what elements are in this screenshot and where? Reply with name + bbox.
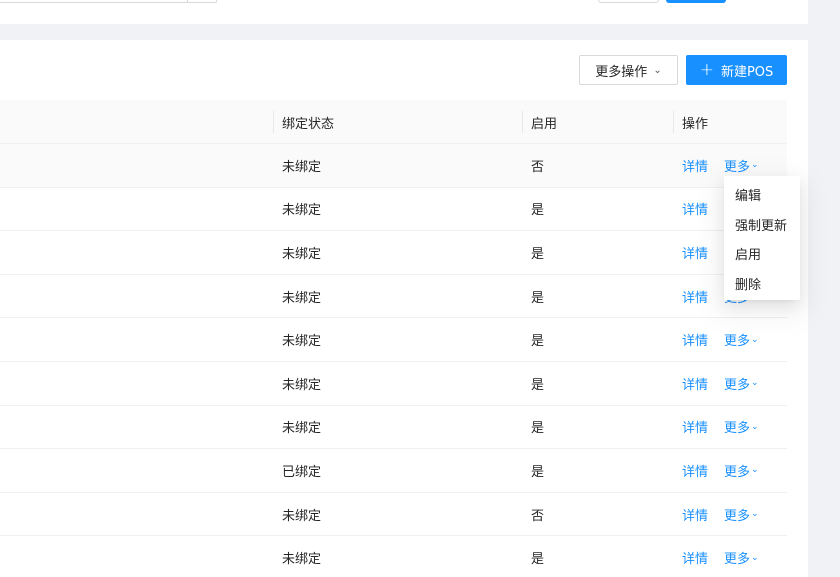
column-header-bind-status: 绑定状态 xyxy=(282,116,335,132)
more-link-label: 更多 xyxy=(724,464,751,480)
pos-table: 绑定状态 启用 操作 未绑定否详情更多⌄未绑定是详情更多⌄未绑定是详情更多⌄未绑… xyxy=(0,100,787,577)
column-header-actions: 操作 xyxy=(682,116,709,132)
search-input[interactable] xyxy=(0,0,188,3)
chevron-down-icon: ⌄ xyxy=(751,378,759,389)
bind-status-cell: 未绑定 xyxy=(282,508,322,524)
bind-status-cell: 未绑定 xyxy=(282,377,322,393)
chevron-down-icon: ⌄ xyxy=(751,465,759,476)
detail-link[interactable]: 详情 xyxy=(682,318,708,361)
enabled-cell: 是 xyxy=(531,290,545,306)
detail-link[interactable]: 详情 xyxy=(682,406,708,449)
enabled-cell: 是 xyxy=(531,464,545,480)
enabled-cell: 是 xyxy=(531,203,545,219)
more-actions-button[interactable]: 更多操作 ⌄ xyxy=(579,55,678,85)
menu-item-enable[interactable]: 启用 xyxy=(724,239,800,269)
detail-link[interactable]: 详情 xyxy=(682,449,708,492)
more-link[interactable]: 更多⌄ xyxy=(724,318,759,361)
chevron-down-icon: ⌄ xyxy=(751,421,759,432)
more-link[interactable]: 更多⌄ xyxy=(724,536,759,577)
chevron-down-icon: ⌄ xyxy=(751,160,759,171)
enabled-cell: 是 xyxy=(531,377,545,393)
table-row: 已绑定 是 详情 更多 ⌄ xyxy=(0,449,787,493)
table-row: 未绑定 否 详情 更多 ⌄ xyxy=(0,493,787,537)
detail-link[interactable]: 详情 xyxy=(682,144,708,187)
bind-status-cell: 未绑定 xyxy=(282,421,322,437)
bind-status-cell: 未绑定 xyxy=(282,159,322,175)
chevron-down-icon: ⌄ xyxy=(751,552,759,563)
bind-status-cell: 未绑定 xyxy=(282,552,322,568)
chevron-down-icon: ⌄ xyxy=(751,334,759,345)
table-row: 未绑定 否 详情 更多 ⌄ xyxy=(0,144,787,188)
reset-button[interactable] xyxy=(598,0,659,3)
more-link[interactable]: 更多⌄ xyxy=(724,493,759,536)
table-body: 未绑定否详情更多⌄未绑定是详情更多⌄未绑定是详情更多⌄未绑定是详情更多⌄未绑定是… xyxy=(0,144,787,577)
new-pos-button[interactable]: + 新建POS xyxy=(686,55,787,85)
search-input-addon[interactable] xyxy=(187,0,217,3)
more-actions-label: 更多操作 xyxy=(595,64,648,80)
bind-status-cell: 未绑定 xyxy=(282,246,322,262)
enabled-cell: 是 xyxy=(531,334,545,350)
chevron-down-icon: ⌄ xyxy=(751,509,759,520)
detail-link[interactable]: 详情 xyxy=(682,493,708,536)
enabled-cell: 是 xyxy=(531,421,545,437)
table-row: 未绑定 是 详情更多⌄ xyxy=(0,318,787,362)
more-link-label: 更多 xyxy=(724,377,751,393)
detail-link[interactable]: 详情 xyxy=(682,188,708,231)
more-link-label: 更多 xyxy=(724,159,751,175)
bind-status-cell: 未绑定 xyxy=(282,203,322,219)
detail-link[interactable]: 详情 xyxy=(682,362,708,405)
enabled-cell: 是 xyxy=(531,246,545,262)
column-divider xyxy=(522,111,523,133)
table-row: 未绑定是详情更多⌄ xyxy=(0,231,787,275)
enabled-cell: 否 xyxy=(531,508,545,524)
new-pos-label: 新建POS xyxy=(720,64,774,80)
table-row: 未绑定是详情更多⌄ xyxy=(0,188,787,232)
table-row: 未绑定是详情更多⌄ xyxy=(0,275,787,319)
pos-list-card: 更多操作 ⌄ + 新建POS 绑定状态 启用 操作 未绑定否详情 更多 ⌄ 未绑定是详… xyxy=(0,40,808,577)
query-button[interactable] xyxy=(666,0,726,3)
more-link-label: 更多 xyxy=(724,508,751,524)
bind-status-cell: 已绑定 xyxy=(282,464,322,480)
bind-status-cell: 未绑定 xyxy=(282,290,322,306)
column-divider xyxy=(273,111,274,133)
detail-link[interactable]: 详情 xyxy=(682,231,708,274)
search-panel xyxy=(0,0,808,24)
more-link-label: 更多 xyxy=(724,552,751,568)
table-header: 绑定状态 启用 操作 xyxy=(0,100,787,144)
table-row: 未绑定 是 详情更多⌄ xyxy=(0,536,787,577)
detail-link[interactable]: 详情 xyxy=(682,536,708,577)
more-link-label: 更多 xyxy=(724,421,751,437)
more-link[interactable]: 更多⌄ xyxy=(724,449,759,492)
detail-link[interactable]: 详情 xyxy=(682,275,708,318)
menu-item-edit[interactable]: 编辑 xyxy=(724,180,800,210)
bind-status-cell: 未绑定 xyxy=(282,334,322,350)
table-row: 未绑定 是 详情更多⌄ xyxy=(0,362,787,406)
enabled-cell: 是 xyxy=(531,552,545,568)
more-dropdown-menu: 编辑 强制更新 启用 删除 xyxy=(724,176,800,300)
menu-item-force-update[interactable]: 强制更新 xyxy=(724,210,800,240)
column-header-enabled: 启用 xyxy=(531,116,558,132)
more-link[interactable]: 更多⌄ xyxy=(724,362,759,405)
chevron-down-icon: ⌄ xyxy=(653,64,662,76)
menu-item-delete[interactable]: 删除 xyxy=(724,269,800,299)
column-divider xyxy=(673,111,674,133)
more-link[interactable]: 更多⌄ xyxy=(724,406,759,449)
more-link-label: 更多 xyxy=(724,334,751,350)
enabled-cell: 否 xyxy=(531,159,545,175)
table-row: 未绑定 是 详情更多⌄ xyxy=(0,406,787,450)
plus-icon: + xyxy=(699,59,714,80)
